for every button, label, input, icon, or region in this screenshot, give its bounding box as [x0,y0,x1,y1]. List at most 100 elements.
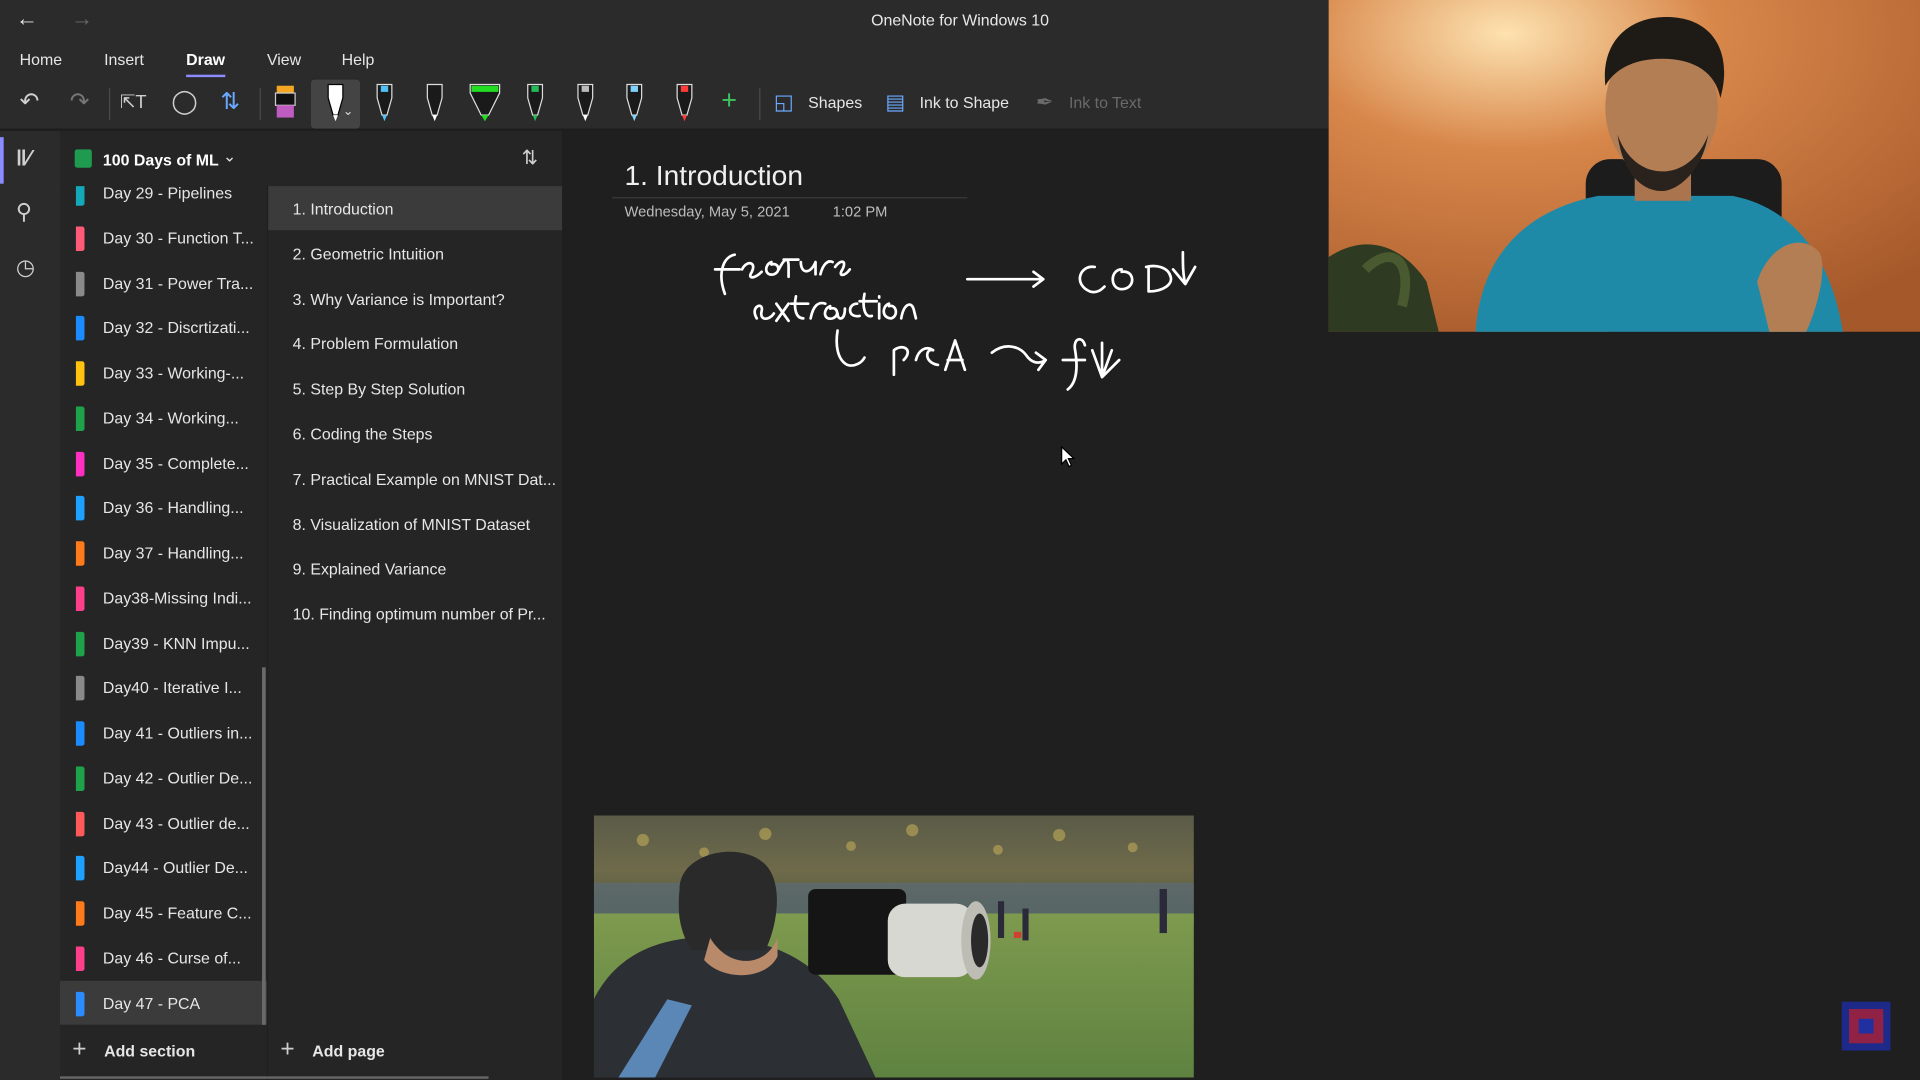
rail-selection-indicator [0,137,4,184]
page-item[interactable]: 7. Practical Example on MNIST Dat... [268,456,562,500]
scrollbar[interactable] [262,667,266,1025]
section-item[interactable]: Day 37 - Handling... [60,530,267,574]
menu-draw[interactable]: Draw [186,50,225,68]
ink-to-text-icon[interactable]: ✒ [1036,91,1053,115]
highlighter-pen-icon[interactable] [272,81,299,123]
section-item[interactable]: Day 42 - Outlier De... [60,755,267,799]
light-blue-pen-icon[interactable] [622,81,646,123]
section-label: Day 45 - Feature C... [102,903,252,923]
active-tab-indicator [186,74,226,78]
section-color-tab [75,631,85,656]
embedded-photo-image[interactable] [593,815,1194,1078]
section-label: Day39 - KNN Impu... [102,633,250,653]
section-item[interactable]: Day 32 - Discrtizati... [60,305,267,349]
ink-to-shape-button[interactable]: Ink to Shape [920,93,1009,111]
blue-pen-icon[interactable] [372,81,396,123]
section-item[interactable]: Day 30 - Function T... [60,215,267,259]
section-color-tab [75,186,85,206]
section-color-tab [75,721,85,746]
add-space-icon[interactable]: ⇅ [220,90,239,115]
section-label: Day 35 - Complete... [102,453,249,473]
ink-to-text-button[interactable]: Ink to Text [1069,93,1141,111]
add-section-button[interactable]: + Add section [60,1024,267,1080]
section-item[interactable]: Day 46 - Curse of... [60,935,267,979]
red-pen-icon[interactable] [672,81,696,123]
draw-toolbar: ↶ ↷ ⇱T ◯ ⇅ ⌄ + ◱ Shapes ▤ Ink to Shape ✒… [0,78,1329,130]
menu-view[interactable]: View [267,50,301,68]
section-item[interactable]: Day40 - Iterative I... [60,665,267,709]
section-label: Day 34 - Working... [102,408,239,428]
page-item[interactable]: 4. Problem Formulation [268,321,562,365]
section-item[interactable]: Day 33 - Working-... [60,350,267,394]
section-item[interactable]: Day 45 - Feature C... [60,890,267,934]
navigation-rail: ‖⁄ ⚲ ◷ [0,131,61,1080]
page-title[interactable]: 1. Introduction [624,159,802,192]
page-item[interactable]: 10. Finding optimum number of Pr... [268,592,562,636]
page-item[interactable]: 2. Geometric Intuition [268,231,562,275]
horizontal-scrollbar[interactable] [60,1076,489,1079]
chevron-down-icon[interactable]: ⌄ [343,105,353,118]
page-list: 1. Introduction 2. Geometric Intuition 3. … [268,186,563,1025]
page-date: Wednesday, May 5, 2021 [624,203,790,221]
menu-insert[interactable]: Insert [104,50,144,68]
page-label: 10. Finding optimum number of Pr... [292,605,546,624]
section-label: Day 47 - PCA [102,993,201,1013]
recent-notes-icon[interactable]: ◷ [16,255,35,281]
notebook-icon [74,149,92,168]
notebook-header[interactable]: 100 Days of ML ⌄ ⇅ [60,131,563,187]
add-page-label: Add page [312,1042,385,1061]
section-label: Day 32 - Discrtizati... [102,318,250,338]
webcam-video-image [1328,0,1920,332]
undo-icon[interactable]: ↶ [20,90,39,115]
handwritten-ink[interactable] [698,233,1212,417]
lasso-select-icon[interactable]: ◯ [171,90,197,115]
shapes-icon[interactable]: ◱ [774,91,794,115]
page-item[interactable]: 8. Visualization of MNIST Dataset [268,502,562,546]
section-item[interactable]: Day 47 - PCA [60,980,267,1025]
select-text-icon[interactable]: ⇱T [120,91,147,115]
gray-pen-icon[interactable] [573,81,597,123]
section-item[interactable]: Day 36 - Handling... [60,485,267,529]
section-item[interactable]: Day 41 - Outliers in... [60,710,267,754]
notebooks-icon[interactable]: ‖⁄ [16,146,31,172]
menu-home[interactable]: Home [20,50,62,68]
section-item[interactable]: Day44 - Outlier De... [60,845,267,889]
section-label: Day 31 - Power Tra... [102,273,254,293]
plus-icon: + [72,1035,87,1063]
search-icon[interactable]: ⚲ [16,200,32,226]
section-label: Day 36 - Handling... [102,498,244,518]
section-item[interactable]: Day 31 - Power Tra... [60,260,267,304]
page-item[interactable]: 3. Why Variance is Important? [268,276,562,320]
menu-bar: Home Insert Draw View Help [0,41,1329,79]
page-label: 2. Geometric Intuition [292,244,444,264]
page-item[interactable]: 1. Introduction [268,186,563,231]
notebook-name[interactable]: 100 Days of ML [103,151,219,169]
page-label: 5. Step By Step Solution [292,379,466,399]
green-highlighter-icon[interactable] [468,81,502,123]
menu-help[interactable]: Help [342,50,375,68]
sort-icon[interactable]: ⇅ [522,146,538,170]
section-item[interactable]: Day 34 - Working... [60,395,267,439]
black-pen-icon[interactable] [422,81,446,123]
section-item[interactable]: Day 43 - Outlier de... [60,800,267,844]
page-item[interactable]: 9. Explained Variance [268,547,562,591]
section-item[interactable]: Day38-Missing Indi... [60,575,267,619]
add-pen-icon[interactable]: + [721,86,737,113]
section-color-tab [75,496,85,521]
section-item[interactable]: Day 35 - Complete... [60,440,267,484]
add-section-label: Add section [104,1042,196,1061]
page-item[interactable]: 5. Step By Step Solution [268,366,562,410]
green-pen-icon[interactable] [523,81,547,123]
page-label: 7. Practical Example on MNIST Dat... [292,469,556,489]
section-item[interactable]: Day 29 - Pipelines [60,186,267,214]
add-page-button[interactable]: + Add page [268,1024,563,1080]
ink-to-shape-icon[interactable]: ▤ [885,91,905,115]
mouse-cursor-icon [1061,445,1076,468]
section-label: Day38-Missing Indi... [102,588,252,608]
section-item[interactable]: Day39 - KNN Impu... [60,620,267,664]
page-item[interactable]: 6. Coding the Steps [268,411,562,455]
shapes-button[interactable]: Shapes [808,93,862,111]
chevron-down-icon[interactable]: ⌄ [223,147,236,167]
page-time: 1:02 PM [832,203,888,221]
redo-icon[interactable]: ↷ [70,90,89,115]
